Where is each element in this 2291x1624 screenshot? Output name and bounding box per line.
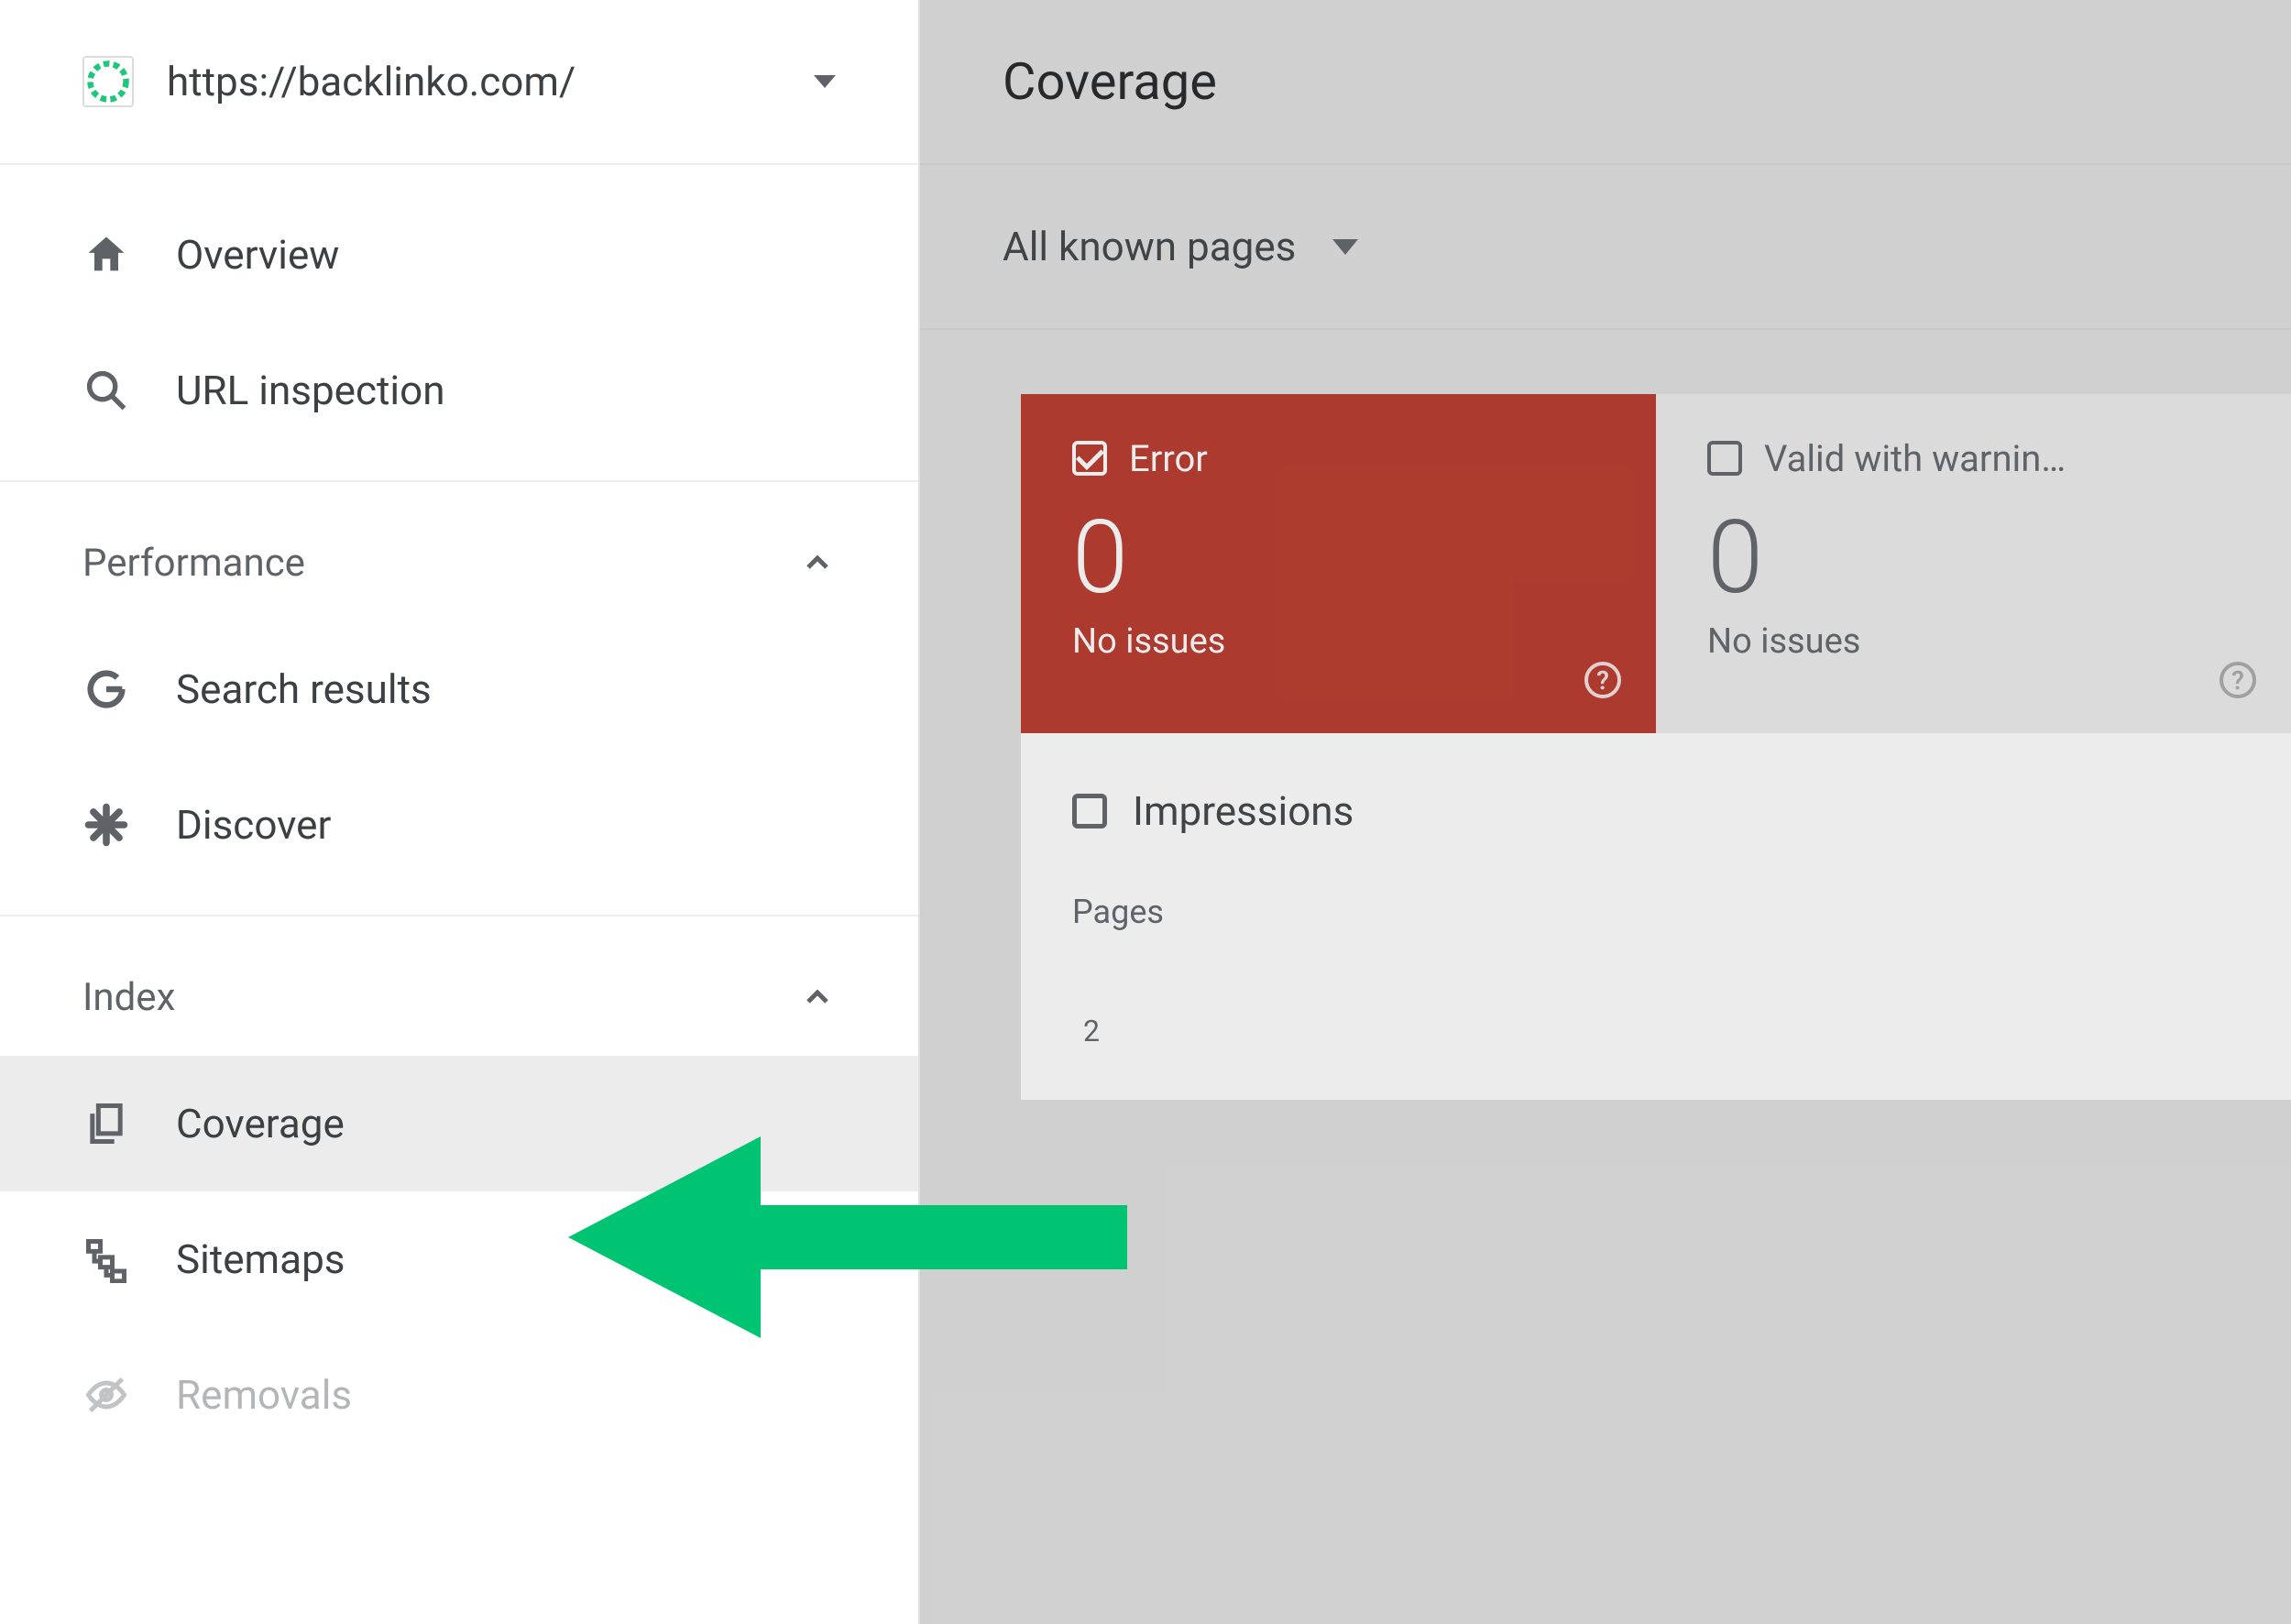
card-warning-header: Valid with warnin… [1707,431,2240,486]
sidebar-item-label: Coverage [176,1100,345,1147]
filter-dropdown[interactable]: All known pages [920,165,2291,330]
checkbox-checked-icon[interactable] [1072,441,1107,476]
chevron-up-icon [799,544,836,581]
card-error-label: Error [1129,437,1208,480]
section-header-performance[interactable]: Performance [0,504,918,621]
home-icon [82,231,130,279]
sidebar-section-index: Index Coverage Sitemaps [0,916,918,1485]
card-error[interactable]: Error 0 No issues ? [1021,394,1656,733]
sidebar-item-discover[interactable]: Discover [0,757,918,893]
section-header-index[interactable]: Index [0,938,918,1056]
sidebar-item-label: Search results [176,665,432,713]
checkbox-icon[interactable] [1707,441,1742,476]
property-selector[interactable]: https://backlinko.com/ [0,0,918,165]
sidebar-item-sitemaps[interactable]: Sitemaps [0,1191,918,1327]
card-error-header: Error [1072,431,1605,486]
caret-down-icon [1332,239,1358,255]
page-title-bar: Coverage [920,0,2291,165]
help-icon[interactable]: ? [1584,662,1621,698]
sidebar-item-coverage[interactable]: Coverage [0,1056,918,1191]
checkbox-icon[interactable] [1072,794,1107,828]
chevron-up-icon [799,979,836,1015]
sidebar-item-url-inspection[interactable]: URL inspection [0,323,918,458]
impressions-toggle-row[interactable]: Impressions [1021,733,2291,852]
page-title: Coverage [1003,51,1217,112]
pages-chart-title: Pages [1072,893,2240,931]
impressions-label: Impressions [1133,787,1354,835]
sitemap-icon [82,1235,130,1283]
google-g-icon [82,665,130,713]
sidebar-section-performance: Performance Search results Discover [0,482,918,916]
y-axis-tick: 2 [1072,1014,2240,1048]
status-cards: Error 0 No issues ? Valid with warnin… 0… [920,330,2291,733]
sidebar-item-removals[interactable]: Removals [0,1327,918,1463]
card-warning-label: Valid with warnin… [1764,437,2066,480]
sidebar-item-label: Discover [176,801,331,849]
main-content: Coverage All known pages Error 0 No issu… [920,0,2291,1624]
pages-icon [82,1100,130,1147]
help-icon[interactable]: ? [2220,662,2256,698]
sidebar-item-label: Overview [176,231,339,279]
card-warning-sub: No issues [1707,621,2240,662]
property-logo-icon [82,56,134,107]
asterisk-icon [82,801,130,849]
sidebar-item-label: Sitemaps [176,1235,345,1283]
card-valid-with-warnings[interactable]: Valid with warnin… 0 No issues ? [1656,394,2291,733]
card-error-sub: No issues [1072,621,1605,662]
sidebar-top-section: Overview URL inspection [0,165,918,482]
section-title: Performance [82,541,799,586]
sidebar: https://backlinko.com/ Overview URL insp… [0,0,920,1624]
search-icon [82,367,130,414]
property-url-label: https://backlinko.com/ [167,58,795,105]
sidebar-item-label: Removals [176,1371,352,1419]
caret-down-icon [814,75,836,88]
filter-label: All known pages [1003,223,1296,270]
card-error-value: 0 [1072,508,1605,609]
card-warning-value: 0 [1707,508,2240,609]
sidebar-item-overview[interactable]: Overview [0,187,918,323]
pages-chart-section: Pages 2 [1021,852,2291,1100]
section-title: Index [82,975,799,1020]
visibility-off-icon [82,1371,130,1419]
sidebar-item-label: URL inspection [176,367,445,414]
sidebar-item-search-results[interactable]: Search results [0,621,918,757]
